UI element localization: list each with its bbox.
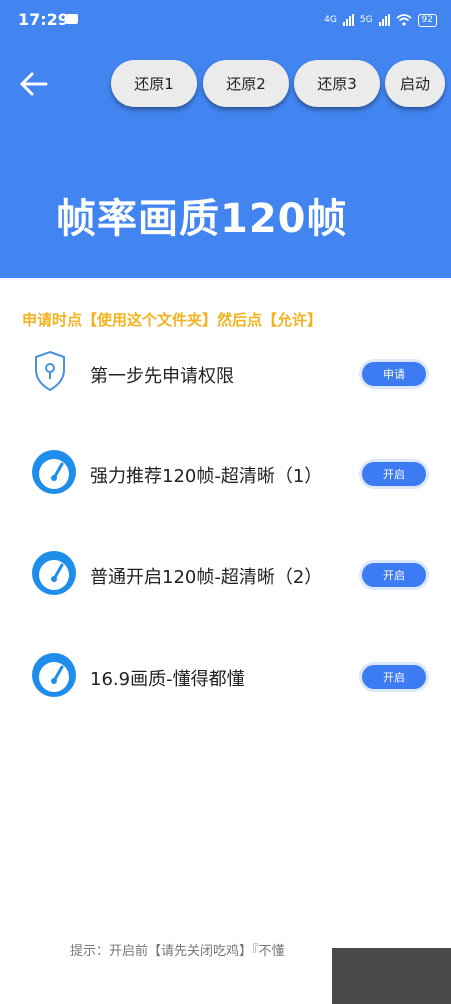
- speedometer-icon: [32, 450, 76, 494]
- restore1-button[interactable]: 还原1: [111, 60, 197, 107]
- speedometer-icon: [32, 551, 76, 595]
- signal-icon-2: [378, 14, 390, 26]
- apply-button[interactable]: 申请: [362, 362, 426, 386]
- corner-overlay: [332, 948, 451, 1004]
- network-label-5g: 5G: [359, 15, 373, 25]
- page-title: 帧率画质120帧: [56, 196, 348, 242]
- wifi-icon: [396, 14, 412, 26]
- shield-icon: [35, 350, 65, 392]
- list-item-label: 16.9画质-懂得都懂: [90, 669, 245, 690]
- list-item-strong-120: 强力推荐120帧-超清晰（1） 开启: [30, 448, 430, 498]
- list-item-16-9: 16.9画质-懂得都懂 开启: [30, 651, 430, 701]
- battery-indicator: 92: [417, 13, 437, 27]
- footer-tip: 提示：开启前【请先关闭吃鸡】『不懂: [70, 944, 285, 959]
- notice-text: 申请时点【使用这个文件夹】然后点【允许】: [22, 311, 323, 329]
- status-bar: 17:29 4G 5G 92: [0, 0, 451, 40]
- list-item-permission: 第一步先申请权限 申请: [30, 348, 430, 398]
- network-label-4g: 4G: [324, 15, 337, 25]
- list-item-label: 强力推荐120帧-超清晰（1）: [90, 466, 323, 487]
- list-item-normal-120: 普通开启120帧-超清晰（2） 开启: [30, 549, 430, 599]
- list-item-label: 第一步先申请权限: [90, 366, 234, 387]
- back-arrow-icon[interactable]: [16, 66, 52, 102]
- enable-button-3[interactable]: 开启: [362, 665, 426, 689]
- list-item-label: 普通开启120帧-超清晰（2）: [90, 567, 323, 588]
- signal-icon: [342, 14, 354, 26]
- status-time: 17:29: [18, 10, 69, 29]
- enable-button-2[interactable]: 开启: [362, 563, 426, 587]
- enable-button-1[interactable]: 开启: [362, 462, 426, 486]
- restore3-button[interactable]: 还原3: [294, 60, 380, 107]
- header-bar: 17:29 4G 5G 92 还原1 还原2 还原3 启动 帧率画质120帧: [0, 0, 451, 278]
- start-button[interactable]: 启动: [385, 60, 445, 107]
- speedometer-icon: [32, 653, 76, 697]
- video-icon: [66, 14, 78, 24]
- restore2-button[interactable]: 还原2: [203, 60, 289, 107]
- status-indicators: 4G 5G 92: [324, 10, 437, 30]
